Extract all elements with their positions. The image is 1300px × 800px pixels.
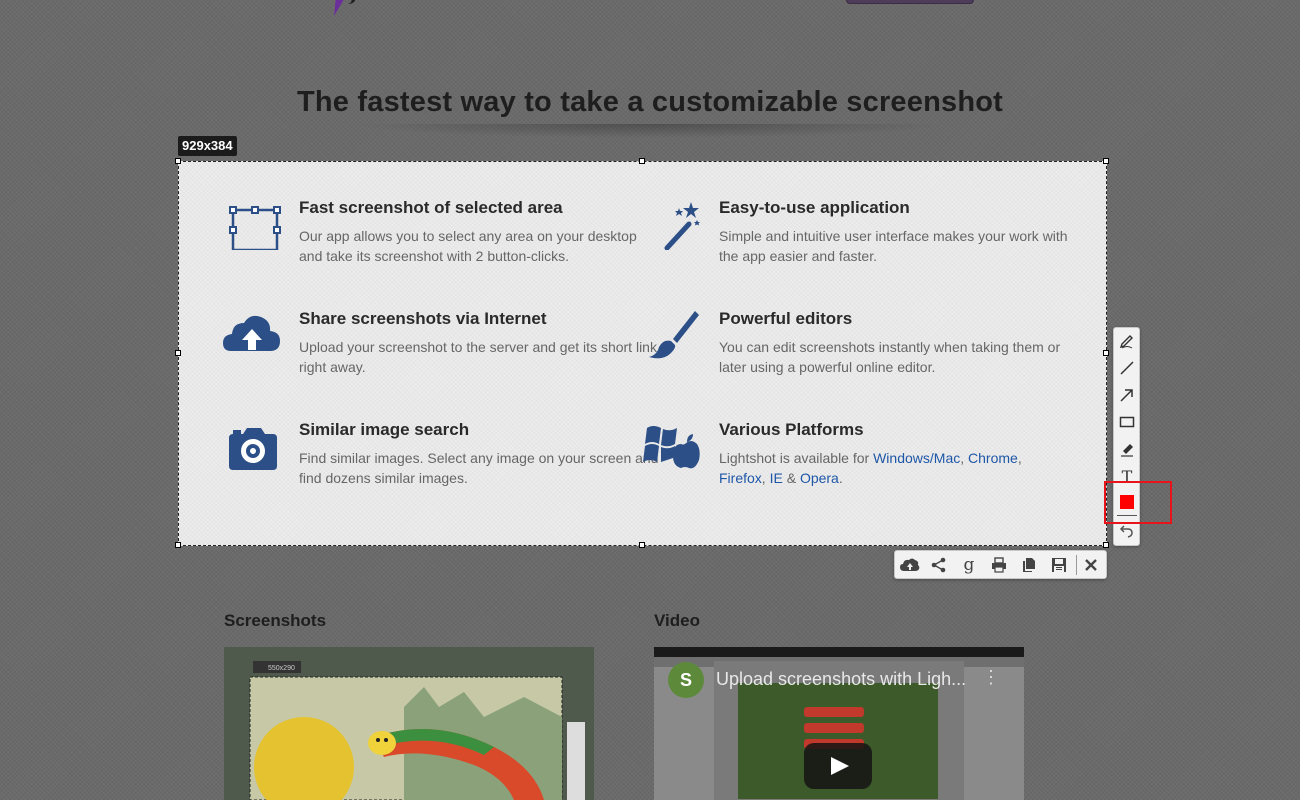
- thumb-size-badge: 550x290: [268, 665, 295, 672]
- color-picker-highlight: [1104, 481, 1172, 524]
- resize-handle-top-right[interactable]: [1103, 158, 1109, 164]
- toolbar-separator: [1076, 555, 1077, 575]
- share-icon[interactable]: [928, 555, 950, 575]
- feature-title: Easy-to-use application: [719, 198, 910, 217]
- windows-apple-icon: [643, 426, 700, 469]
- paint-brush-icon: [649, 311, 699, 359]
- platforms-prefix: Lightshot is available for: [719, 450, 874, 466]
- google-search-icon[interactable]: g: [958, 555, 980, 575]
- feature-image-search: Similar image search Find similar images…: [229, 420, 659, 488]
- selection-size-badge: 929x384: [178, 136, 237, 156]
- selection-area[interactable]: Fast screenshot of selected area Our app…: [175, 158, 1109, 548]
- camera-icon: [229, 428, 277, 470]
- link-firefox[interactable]: Firefox: [719, 470, 762, 486]
- resize-handle-left[interactable]: [175, 350, 181, 356]
- play-button[interactable]: [804, 743, 872, 789]
- feature-easy-to-use: Easy-to-use application Simple and intui…: [664, 198, 1079, 266]
- feature-title: Fast screenshot of selected area: [299, 198, 563, 217]
- feature-platforms: Various Platforms Lightshot is available…: [643, 420, 1079, 488]
- video-title[interactable]: Upload screenshots with Ligh...: [716, 669, 966, 690]
- feature-title: Similar image search: [299, 420, 470, 439]
- feature-text: You can edit screenshots instantly when …: [719, 339, 1061, 375]
- selection-area-icon: [229, 206, 281, 250]
- link-ie[interactable]: IE: [770, 470, 783, 486]
- platforms-separator: ,: [1017, 450, 1022, 466]
- feature-title: Powerful editors: [719, 309, 853, 328]
- copy-icon[interactable]: [1018, 555, 1040, 575]
- screenshots-section-title: Screenshots: [224, 611, 327, 630]
- resize-handle-bottom[interactable]: [639, 542, 645, 548]
- undo-icon[interactable]: [1117, 521, 1137, 541]
- print-icon[interactable]: [988, 555, 1010, 575]
- resize-handle-top-left[interactable]: [175, 158, 181, 164]
- link-opera[interactable]: Opera: [800, 470, 839, 486]
- page-heading: The fastest way to take a customizable s…: [296, 86, 1004, 118]
- pen-icon[interactable]: [1117, 331, 1137, 351]
- feature-text: Our app allows you to select any area on…: [299, 228, 637, 264]
- resize-handle-bottom-left[interactable]: [175, 542, 181, 548]
- link-windows-mac[interactable]: Windows/Mac: [873, 450, 960, 466]
- line-icon[interactable]: [1117, 358, 1137, 378]
- platforms-separator: &: [782, 470, 800, 486]
- screenshot-thumbnail-art: 550x290: [224, 647, 594, 800]
- heading-shadow: [350, 124, 950, 138]
- platforms-suffix: .: [838, 470, 843, 486]
- feature-text: Upload your screenshot to the server and…: [299, 339, 657, 375]
- feature-editors: Powerful editors You can edit screenshot…: [649, 309, 1079, 377]
- header-download-button[interactable]: [846, 0, 974, 4]
- platforms-separator: ,: [761, 470, 770, 486]
- feature-text: Lightshot is available for Windows/Mac, …: [719, 448, 1079, 488]
- video-section-title: Video: [654, 611, 700, 630]
- feature-fast-screenshot: Fast screenshot of selected area Our app…: [229, 198, 659, 266]
- close-icon[interactable]: [1080, 555, 1102, 575]
- arrow-icon[interactable]: [1117, 385, 1137, 405]
- feature-text: Find similar images. Select any image on…: [299, 450, 659, 486]
- cloud-upload-icon: [223, 315, 280, 351]
- screenshot-thumbnail[interactable]: 550x290: [224, 647, 594, 800]
- logo-fragment: [334, 0, 356, 16]
- video-player[interactable]: S Upload screenshots with Ligh... ⋮: [654, 647, 1024, 800]
- marker-icon[interactable]: [1117, 439, 1137, 459]
- feature-share: Share screenshots via Internet Upload yo…: [223, 309, 659, 377]
- resize-handle-bottom-right[interactable]: [1103, 542, 1109, 548]
- resize-handle-right[interactable]: [1103, 350, 1109, 356]
- feature-title: Share screenshots via Internet: [299, 309, 547, 328]
- feature-text: Simple and intuitive user interface make…: [719, 228, 1068, 264]
- rectangle-icon[interactable]: [1117, 412, 1137, 432]
- resize-handle-top[interactable]: [639, 158, 645, 164]
- save-icon[interactable]: [1048, 555, 1070, 575]
- platforms-separator: ,: [960, 450, 969, 466]
- link-chrome[interactable]: Chrome: [968, 450, 1018, 466]
- upload-icon[interactable]: [899, 555, 921, 575]
- action-toolbar: g: [894, 550, 1107, 579]
- more-options-icon[interactable]: ⋮: [982, 667, 1000, 688]
- feature-title: Various Platforms: [719, 420, 864, 439]
- play-icon: [831, 757, 849, 775]
- channel-avatar[interactable]: S: [668, 662, 704, 698]
- magic-wand-icon: [664, 202, 700, 250]
